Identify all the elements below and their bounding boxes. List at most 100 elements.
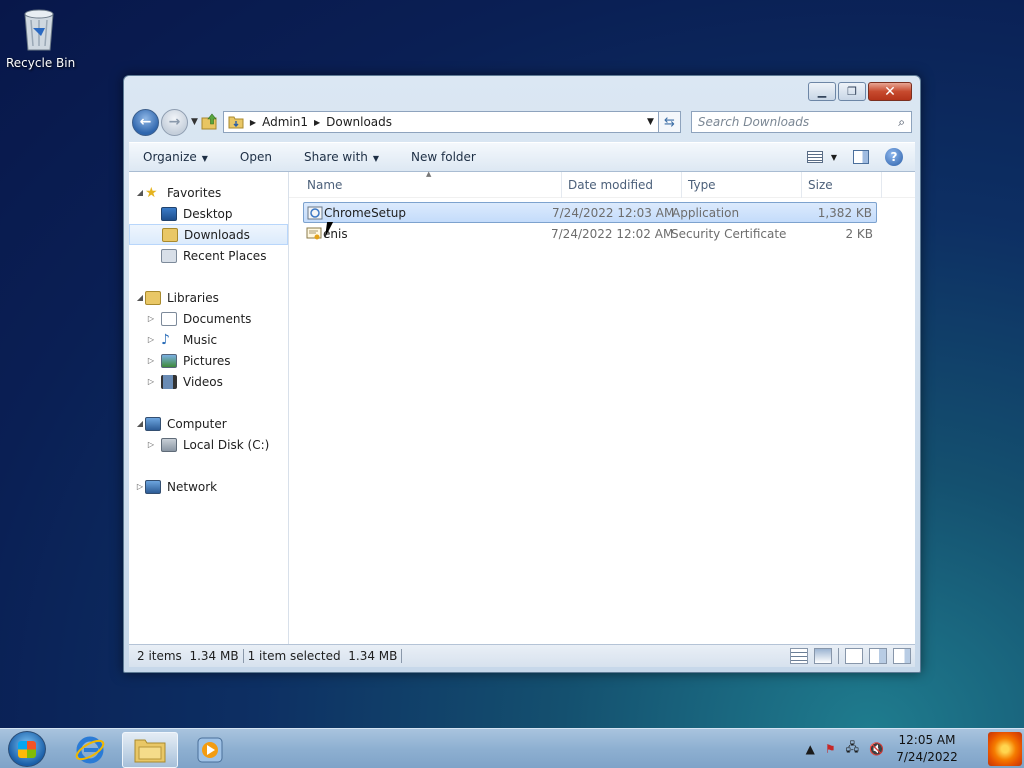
status-bar: 2 items 1.34 MB 1 item selected 1.34 MB <box>129 644 915 667</box>
collapsed-arrow-icon[interactable]: ▷ <box>146 440 156 449</box>
recycle-bin-desktop-icon[interactable]: Recycle Bin <box>6 6 76 70</box>
nav-recent-places[interactable]: Recent Places <box>129 245 288 266</box>
show-desktop-button[interactable] <box>964 729 1024 768</box>
column-date-modified[interactable]: Date modified <box>568 178 653 192</box>
expanded-arrow-icon[interactable]: ◢ <box>135 293 145 302</box>
nav-favorites[interactable]: ◢ ★ Favorites <box>129 182 288 203</box>
action-center-icon[interactable]: ⚑ <box>825 742 836 756</box>
minimize-button[interactable]: ▁ <box>808 82 836 101</box>
layout-details-icon[interactable] <box>893 648 911 664</box>
expanded-arrow-icon[interactable]: ◢ <box>135 188 145 197</box>
certificate-icon <box>306 227 322 239</box>
layout-none-icon[interactable] <box>845 648 863 664</box>
nav-pictures[interactable]: ▷ Pictures <box>129 350 288 371</box>
nav-computer[interactable]: ◢ Computer <box>129 413 288 434</box>
volume-muted-icon[interactable]: 🔇 <box>869 742 884 756</box>
network-status-icon[interactable]: 🖧 <box>846 738 859 759</box>
system-tray: ▲ ⚑ 🖧 🔇 <box>806 738 884 759</box>
collapsed-arrow-icon[interactable]: ▷ <box>146 356 156 365</box>
nav-videos-label: Videos <box>183 374 223 389</box>
navigation-pane: ◢ ★ Favorites Desktop Downloads Recent P… <box>129 172 289 644</box>
taskbar: ▲ ⚑ 🖧 🔇 12:05 AM 7/24/2022 <box>0 728 1024 768</box>
new-folder-button[interactable]: New folder <box>411 150 476 164</box>
file-type: Application <box>672 205 740 220</box>
nav-documents-label: Documents <box>183 311 252 326</box>
windows-logo-icon <box>18 741 36 758</box>
search-placeholder: Search Downloads <box>697 115 810 129</box>
nav-local-disk[interactable]: ▷ Local Disk (C:) <box>129 434 288 455</box>
back-arrow-icon: ← <box>139 114 152 130</box>
breadcrumb-downloads[interactable]: Downloads <box>326 115 392 129</box>
taskbar-windows-explorer[interactable] <box>122 732 178 768</box>
details-view-icon[interactable] <box>790 648 808 664</box>
view-list-icon <box>806 151 823 163</box>
nav-downloads[interactable]: Downloads <box>129 224 288 245</box>
taskbar-internet-explorer[interactable] <box>62 732 118 768</box>
layout-preview-icon[interactable] <box>869 648 887 664</box>
column-size[interactable]: Size <box>808 178 833 192</box>
file-row-chromesetup[interactable]: ChromeSetup 7/24/2022 12:03 AM Applicati… <box>303 202 877 223</box>
collapsed-arrow-icon[interactable]: ▷ <box>146 377 156 386</box>
address-bar[interactable]: ▶ Admin1 ▶ Downloads ▼ <box>222 111 659 133</box>
column-name[interactable]: Name <box>307 178 342 192</box>
forward-button[interactable]: → <box>161 108 188 136</box>
folder-icon <box>228 116 244 129</box>
nav-desktop[interactable]: Desktop <box>129 203 288 224</box>
close-button[interactable]: ✕ <box>868 82 912 101</box>
window-controls: ▁ ❐ ✕ <box>808 82 912 101</box>
address-dropdown-icon[interactable]: ▼ <box>647 117 654 127</box>
maximize-icon: ❐ <box>847 85 857 98</box>
file-date: 7/24/2022 12:02 AM <box>551 226 674 241</box>
status-selected-size: 1.34 MB <box>348 649 398 663</box>
refresh-button[interactable]: ⇆ <box>658 111 681 133</box>
breadcrumb-admin1[interactable]: Admin1 <box>262 115 308 129</box>
status-selection: 1 item selected 1.34 MB <box>244 649 403 663</box>
navigation-row: ← → ▼ ▶ Admin1 ▶ Downloads ▼ ⇆ Search Do… <box>132 108 912 136</box>
nav-libraries[interactable]: ◢ Libraries <box>129 287 288 308</box>
minimize-icon: ▁ <box>817 85 827 98</box>
network-icon <box>145 479 161 494</box>
search-icon: ⌕ <box>898 114 905 129</box>
nav-videos[interactable]: ▷ Videos <box>129 371 288 392</box>
nav-music-label: Music <box>183 332 218 347</box>
taskbar-media-player[interactable] <box>182 732 238 768</box>
help-icon[interactable]: ? <box>885 148 903 166</box>
nav-computer-label: Computer <box>167 416 227 431</box>
organize-label: Organize <box>143 150 197 164</box>
music-icon: ♪ <box>161 331 170 348</box>
nav-recent-places-label: Recent Places <box>183 248 267 263</box>
breadcrumb-separator-icon[interactable]: ▶ <box>314 118 320 127</box>
maximize-button[interactable]: ❐ <box>838 82 866 101</box>
recent-places-icon <box>161 248 177 263</box>
nav-local-disk-label: Local Disk (C:) <box>183 437 270 452</box>
clock[interactable]: 12:05 AM 7/24/2022 <box>892 732 962 766</box>
internet-explorer-icon <box>75 736 105 764</box>
recent-pages-dropdown[interactable]: ▼ <box>191 117 198 127</box>
large-icons-view-icon[interactable] <box>814 648 832 664</box>
search-box[interactable]: Search Downloads ⌕ <box>690 111 912 133</box>
file-row-enis[interactable]: enis 7/24/2022 12:02 AM Security Certifi… <box>303 223 877 244</box>
back-button[interactable]: ← <box>132 108 159 136</box>
collapsed-arrow-icon[interactable]: ▷ <box>135 482 145 491</box>
column-type[interactable]: Type <box>688 178 716 192</box>
organize-button[interactable]: Organize ▼ <box>143 150 208 164</box>
folder-up-icon[interactable] <box>201 113 219 131</box>
preview-pane-icon[interactable] <box>853 150 869 164</box>
refresh-icon: ⇆ <box>663 114 675 130</box>
videos-icon <box>161 374 177 389</box>
show-hidden-icons-icon[interactable]: ▲ <box>806 742 815 756</box>
recycle-bin-label: Recycle Bin <box>6 56 76 70</box>
start-button[interactable] <box>8 731 46 767</box>
breadcrumb-separator-icon[interactable]: ▶ <box>250 118 256 127</box>
collapsed-arrow-icon[interactable]: ▷ <box>146 335 156 344</box>
nav-music[interactable]: ▷ ♪ Music <box>129 329 288 350</box>
file-list: ▲ Name Date modified Type Size ChromeSet… <box>289 170 915 644</box>
change-view-button[interactable]: ▼ <box>806 151 837 163</box>
folder-icon <box>134 739 166 763</box>
collapsed-arrow-icon[interactable]: ▷ <box>146 314 156 323</box>
nav-documents[interactable]: ▷ Documents <box>129 308 288 329</box>
expanded-arrow-icon[interactable]: ◢ <box>135 419 145 428</box>
nav-network[interactable]: ▷ Network <box>129 476 288 497</box>
open-button[interactable]: Open <box>240 150 272 164</box>
share-with-button[interactable]: Share with ▼ <box>304 150 379 164</box>
